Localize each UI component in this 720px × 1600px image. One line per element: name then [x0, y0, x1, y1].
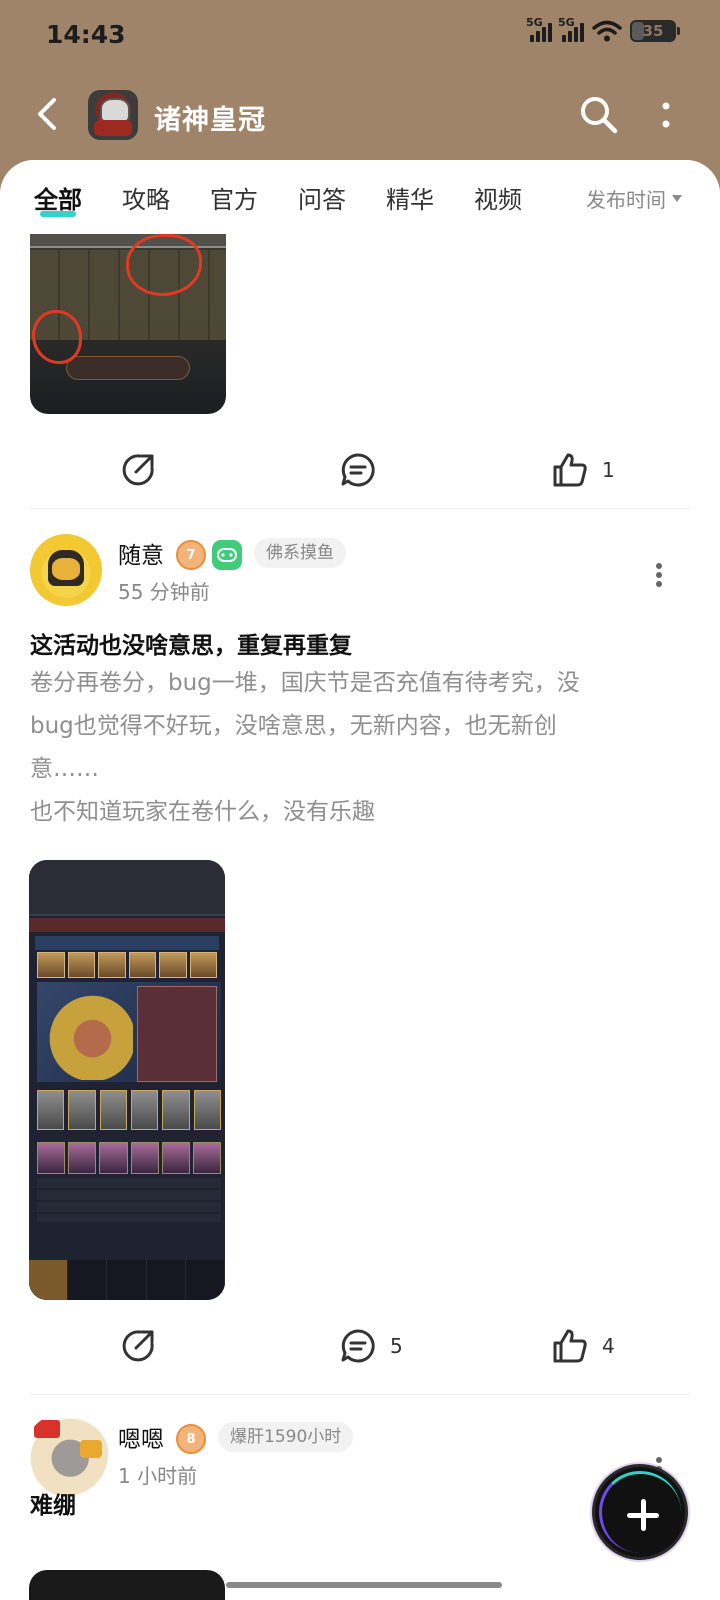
home-indicator — [226, 1582, 502, 1588]
post-body-line: bug也觉得不好玩，没啥意思，无新内容，也无新创 — [30, 713, 557, 739]
post-actions: 1 — [0, 444, 720, 494]
post-body-line: 意…… — [30, 756, 99, 782]
share-icon — [122, 454, 154, 486]
avatar[interactable] — [30, 534, 102, 606]
status-icons: 5G 5G 35 — [526, 16, 680, 42]
sort-label: 发布时间 — [586, 188, 666, 212]
gamepad-badge-icon — [212, 540, 242, 570]
status-time: 14:43 — [46, 20, 126, 49]
back-arrow-icon[interactable] — [30, 96, 66, 132]
thumbs-up-icon — [553, 1329, 587, 1363]
tab-official[interactable]: 官方 — [210, 180, 258, 215]
divider — [30, 508, 690, 509]
post-image[interactable] — [29, 860, 225, 1300]
network-type-label-2: 5G — [558, 16, 575, 29]
post-header: 随意 7 佛系摸鱼 55 分钟前 — [0, 534, 720, 614]
like-count: 1 — [602, 458, 615, 482]
wifi-icon — [592, 20, 622, 42]
username[interactable]: 随意 — [118, 536, 164, 570]
tab-guides[interactable]: 攻略 — [122, 180, 170, 215]
user-tag: 佛系摸鱼 — [254, 538, 346, 568]
game-icon[interactable] — [88, 90, 138, 140]
network-type-label: 5G — [526, 16, 543, 29]
post-time: 1 小时前 — [118, 1464, 198, 1488]
username[interactable]: 嗯嗯 — [118, 1420, 164, 1454]
comment-count: 5 — [390, 1334, 403, 1358]
tab-featured[interactable]: 精华 — [386, 180, 434, 215]
post-actions: 5 4 — [0, 1320, 720, 1370]
share-button[interactable] — [120, 452, 156, 488]
post-title[interactable]: 难绷 — [30, 1486, 76, 1520]
comment-button[interactable] — [340, 452, 376, 488]
divider — [30, 1394, 690, 1395]
more-vertical-icon[interactable] — [660, 100, 672, 130]
tab-qa[interactable]: 问答 — [298, 180, 346, 215]
like-button[interactable]: 4 — [552, 1328, 615, 1364]
level-badge: 7 — [176, 540, 206, 570]
signal-icon: 5G — [526, 16, 552, 42]
comment-button[interactable]: 5 — [340, 1328, 403, 1364]
comment-icon — [341, 453, 375, 487]
comment-icon — [341, 1329, 375, 1363]
share-icon — [122, 1330, 154, 1362]
app-header: 诸神皇冠 — [0, 80, 720, 156]
post-body-line: 卷分再卷分，bug一堆，国庆节是否充值有待考究，没 — [30, 670, 580, 696]
post-image[interactable] — [29, 1570, 225, 1600]
signal-icon-2: 5G — [558, 16, 584, 42]
battery-level: 35 — [642, 22, 664, 40]
search-icon[interactable] — [578, 94, 620, 136]
post-title[interactable]: 这活动也没啥意思，重复再重复 — [30, 626, 352, 660]
sort-dropdown[interactable]: 发布时间 — [586, 184, 682, 213]
post-body-line: 也不知道玩家在卷什么，没有乐趣 — [30, 799, 375, 825]
tab-bar: 全部 攻略 官方 问答 精华 视频 发布时间 — [0, 160, 720, 234]
page-title: 诸神皇冠 — [154, 105, 266, 136]
share-button[interactable] — [120, 1328, 156, 1364]
tab-video[interactable]: 视频 — [474, 180, 522, 215]
battery-icon: 35 — [630, 20, 680, 42]
status-bar: 14:43 5G 5G 35 — [0, 0, 720, 70]
content-sheet: 1 随意 7 佛系摸鱼 55 分钟前 这活动也没啥意思，重复再重复 卷分再卷分，… — [0, 160, 720, 1600]
avatar[interactable] — [24, 1412, 108, 1496]
post-time: 55 分钟前 — [118, 580, 210, 604]
chevron-down-icon — [672, 195, 682, 202]
post-more-icon[interactable] — [654, 562, 664, 588]
game-button-graphic — [66, 356, 190, 380]
like-count: 4 — [602, 1334, 615, 1358]
tab-all[interactable]: 全部 — [34, 180, 82, 217]
post-image[interactable] — [30, 234, 226, 414]
level-badge: 8 — [176, 1424, 206, 1454]
create-post-button[interactable] — [592, 1464, 688, 1560]
post-body[interactable]: 卷分再卷分，bug一堆，国庆节是否充值有待考究，没 bug也觉得不好玩，没啥意思… — [30, 662, 670, 834]
user-tag: 爆肝1590小时 — [218, 1422, 354, 1452]
thumbs-up-icon — [553, 453, 587, 487]
like-button[interactable]: 1 — [552, 452, 615, 488]
